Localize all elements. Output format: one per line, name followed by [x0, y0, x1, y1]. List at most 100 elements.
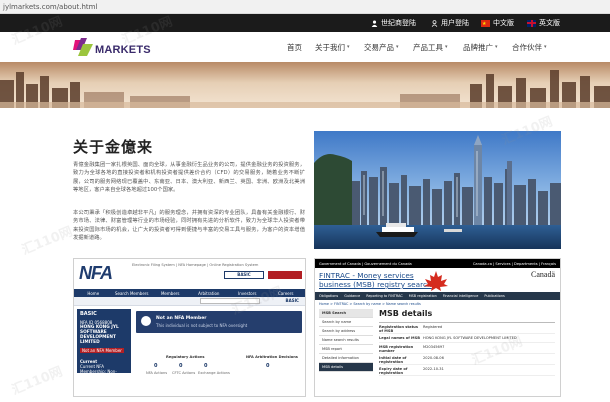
nav-tools[interactable]: 产品工具 ▾ [413, 41, 448, 53]
detail-value: 2020-08-06 [423, 356, 444, 360]
nav-about[interactable]: 关于我们 ▾ [315, 41, 350, 53]
nfa-menu-members[interactable]: Members [151, 291, 190, 296]
detail-key: Registration status of MSB [379, 325, 418, 333]
nfa-menu-investors[interactable]: Investors [228, 291, 267, 296]
address-bar[interactable]: jylmarkets.com/about.html [0, 0, 610, 14]
nfa-actions-col: NFA Actions [146, 371, 168, 375]
nfa-membership-status: Current NFA Membership: Non-member [80, 364, 117, 379]
main-navbar: MARKETS 首页 关于我们 ▾ 交易产品 ▾ 产品工具 ▾ 品牌推广 ▾ 合作伙伴 ▾ [0, 32, 610, 62]
nfa-basic-search-label[interactable]: BASIC [224, 271, 264, 279]
chinese-version-label: 中文版 [493, 19, 514, 27]
fintrac-menu-msb[interactable]: MSB registration [409, 294, 437, 298]
merchant-login-link[interactable]: 世纪商登陆 [371, 17, 416, 29]
fintrac-gov-bar: Government of Canada | Gouvernement du C… [315, 259, 560, 268]
about-paragraph-2: 本公司秉承「积极创造卓越非平凡」的服务理念，并拥有资深的专业团队，具备有关金融银… [73, 210, 305, 241]
fintrac-title-line2: business (MSB) registry search [319, 280, 432, 289]
fintrac-gov-label: Government of Canada | Gouvernement du C… [319, 261, 412, 266]
watermark: 汇110网 [19, 224, 75, 259]
detail-value: 2022-10-31 [423, 367, 444, 371]
nfa-menu: Home Search Members Members Arbitration … [74, 289, 305, 297]
nfa-logo: NFA [79, 263, 113, 283]
fintrac-menu-intel[interactable]: Financial intelligence [443, 294, 479, 298]
detail-key: Legal names of MSB [379, 336, 420, 340]
fintrac-menu-obligations[interactable]: Obligations [319, 294, 338, 298]
nfa-firm-name: HONG KONG JYL SOFTWARE DEVELOPMENT LIMIT… [80, 325, 119, 345]
nav-home[interactable]: 首页 [287, 41, 302, 53]
nfa-regulatory-actions-label: Regulatory Actions [166, 355, 205, 359]
maple-leaf-icon [424, 271, 448, 291]
sidebar-item-report[interactable]: MSB report [319, 345, 373, 354]
msb-details-heading: MSB details [379, 309, 555, 323]
chevron-down-icon: ▾ [396, 44, 399, 50]
nav-products-label: 交易产品 [364, 42, 394, 52]
nfa-menu-search[interactable]: Search Members [113, 291, 152, 296]
nav-products[interactable]: 交易产品 ▾ [364, 41, 399, 53]
detail-key: Initial date of registration [379, 356, 407, 364]
chinese-version-link[interactable]: 中文版 [481, 17, 514, 30]
detail-value: HONG KONG JYL SOFTWARE DEVELOPMENT LIMIT… [423, 336, 517, 340]
page-title: 关于金億来 [73, 138, 154, 156]
sidebar-item-name[interactable]: Search by name [319, 318, 373, 327]
nav-partners[interactable]: 合作伙伴 ▾ [512, 41, 547, 53]
detail-value: M20345697 [423, 345, 445, 349]
user-icon [431, 19, 438, 27]
jyl-logo-icon [73, 38, 93, 56]
exchange-actions-count: 0 [204, 363, 208, 369]
fintrac-title[interactable]: FINTRAC - Money services business (MSB) … [319, 271, 432, 289]
nfa-header: NFA Electronic Filing System | NFA Homep… [74, 259, 305, 289]
detail-row: MSB registration number M20345697 [379, 343, 555, 354]
nav-home-label: 首页 [287, 42, 302, 52]
nav-tools-label: 产品工具 [413, 42, 443, 52]
fintrac-menu-publications[interactable]: Publications [484, 294, 504, 298]
fintrac-title-line1: FINTRAC - Money services [319, 271, 414, 280]
nfa-file-complaint-button[interactable] [268, 271, 302, 279]
nfa-search-input[interactable] [200, 298, 260, 304]
sidebar-item-detailed[interactable]: Detailed information [319, 354, 373, 363]
chevron-down-icon: ▾ [495, 44, 498, 50]
user-login-label: 用户登陆 [441, 19, 469, 27]
detail-row: Initial date of registration 2020-08-06 [379, 354, 555, 365]
nfa-profile-panel: BASIC NFA ID 0568808 HONG KONG JYL SOFTW… [77, 309, 131, 379]
detail-row: Legal names of MSB HONG KONG JYL SOFTWARE… [379, 334, 555, 343]
nfa-status-badge: Not an NFA Member [80, 348, 124, 353]
info-icon [141, 316, 151, 326]
chevron-down-icon: ▾ [544, 44, 547, 50]
fintrac-sidebar: MSB Search Search by name Search by addr… [319, 309, 373, 372]
nfa-menu-home[interactable]: Home [74, 291, 113, 296]
detail-key: MSB registration number [379, 345, 414, 353]
fintrac-menu-reporting[interactable]: Reporting to FINTRAC [366, 294, 402, 298]
cftc-actions-count: 0 [179, 363, 183, 369]
nfa-side-title: BASIC [80, 311, 97, 317]
nfa-status-card: Not an NFA Member This individual is not… [136, 311, 302, 333]
hero-banner [0, 62, 610, 108]
fintrac-top-links[interactable]: Canada.ca | Services | Departments | Fra… [473, 262, 556, 266]
site-logo[interactable]: MARKETS [73, 35, 151, 59]
detail-value: Registered [423, 325, 443, 329]
nfa-menu-careers[interactable]: Careers [267, 291, 306, 296]
english-version-link[interactable]: 英文版 [527, 17, 560, 29]
breadcrumb[interactable]: Home > FINTRAC > Search by name > Name s… [319, 302, 421, 306]
nfa-card-title: Not an NFA Member [156, 316, 207, 321]
fintrac-menu: Obligations Guidance Reporting to FINTRA… [315, 292, 560, 300]
nfa-top-links: Electronic Filing System | NFA Homepage … [132, 263, 259, 267]
city-skyline-photo [314, 131, 561, 249]
detail-row: Registration status of MSB Registered [379, 323, 555, 334]
cftc-actions-col: CFTC Actions [172, 371, 196, 375]
watermark: 汇110网 [9, 364, 65, 399]
merchant-login-label: 世纪商登陆 [381, 19, 416, 27]
nfa-arbitration-label: NFA Arbitration Decisions [246, 355, 298, 359]
top-bar: 世纪商登陆 用户登陆 中文版 英文版 [0, 14, 610, 32]
sidebar-item-address[interactable]: Search by address [319, 327, 373, 336]
canada-wordmark: Canadä [531, 270, 555, 279]
exchange-actions-col: Exchange Actions [198, 371, 230, 375]
detail-row: Expiry date of registration 2022-10-31 [379, 365, 555, 376]
user-login-link[interactable]: 用户登陆 [431, 17, 469, 29]
nfa-actions-count: 0 [154, 363, 158, 369]
nfa-menu-arbitration[interactable]: Arbitration [190, 291, 229, 296]
nav-brand-label: 品牌推广 [463, 42, 493, 52]
sidebar-item-results[interactable]: Name search results [319, 336, 373, 345]
nav-brand[interactable]: 品牌推广 ▾ [463, 41, 498, 53]
sidebar-item-details[interactable]: MSB details [319, 363, 373, 372]
fintrac-menu-guidance[interactable]: Guidance [344, 294, 360, 298]
chevron-down-icon: ▾ [445, 44, 448, 50]
